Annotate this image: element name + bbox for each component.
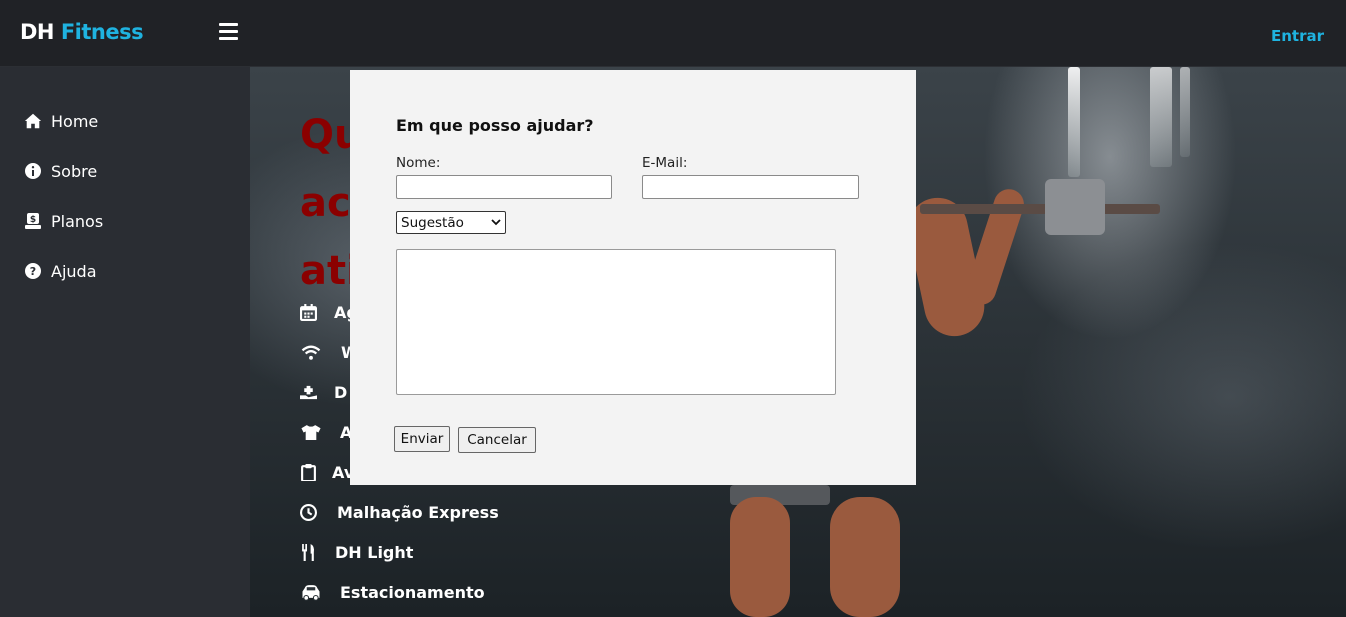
wifi-icon	[301, 344, 321, 360]
topic-select[interactable]: Sugestão	[396, 211, 506, 234]
tshirt-icon	[301, 424, 321, 440]
feature-item: Malhação Express	[300, 500, 499, 524]
feature-label: DH Light	[335, 542, 414, 562]
info-icon	[25, 163, 41, 179]
sidebar-item-label: Sobre	[51, 161, 98, 181]
feature-item: D	[300, 380, 347, 404]
message-textarea[interactable]	[396, 249, 836, 395]
sidebar-item-label: Ajuda	[51, 261, 97, 281]
feature-label: D	[334, 382, 348, 402]
calendar-icon	[300, 303, 317, 321]
car-icon	[302, 584, 320, 601]
cancel-button[interactable]: Cancelar	[458, 427, 536, 453]
money-icon: $	[25, 213, 41, 229]
feature-label: Malhação Express	[337, 502, 499, 522]
feature-item: Av	[300, 460, 354, 484]
modal-title: Em que posso ajudar?	[396, 116, 594, 135]
submit-button[interactable]: Enviar	[394, 426, 450, 452]
top-navbar: DH Fitness Entrar	[0, 0, 1346, 67]
home-icon	[24, 113, 42, 129]
utensils-icon	[302, 543, 315, 561]
sidebar-item-sobre[interactable]: Sobre	[24, 159, 97, 183]
sidebar-item-planos[interactable]: $ Planos	[24, 209, 103, 233]
question-icon: ?	[25, 263, 41, 279]
hand-plus-icon	[300, 385, 317, 399]
login-link[interactable]: Entrar	[1271, 27, 1324, 45]
clipboard-icon	[301, 463, 316, 481]
sidebar-item-ajuda[interactable]: ? Ajuda	[24, 259, 97, 283]
sidebar-item-home[interactable]: Home	[24, 109, 98, 133]
brand-name-part2: Fitness	[60, 20, 144, 44]
brand-logo[interactable]: DH Fitness	[20, 20, 144, 44]
ceiling-light	[1180, 67, 1190, 157]
ceiling-light	[1068, 67, 1080, 177]
chevron-down-icon	[491, 219, 501, 226]
topic-select-value: Sugestão	[401, 214, 464, 231]
name-label: Nome:	[396, 155, 441, 171]
svg-text:$: $	[30, 215, 36, 225]
name-field[interactable]	[396, 175, 612, 199]
sidebar-item-label: Home	[51, 111, 99, 131]
brand-name-part1: DH	[20, 20, 55, 44]
hamburger-icon[interactable]	[219, 23, 238, 40]
svg-text:?: ?	[30, 265, 36, 278]
feature-item: Estacionamento	[300, 580, 485, 604]
clock-icon	[300, 503, 317, 521]
feature-label: Estacionamento	[340, 582, 485, 602]
help-modal: Em que posso ajudar? Nome: E-Mail: Suges…	[350, 70, 916, 485]
email-label: E-Mail:	[642, 155, 688, 171]
ceiling-light	[1150, 67, 1172, 167]
email-field[interactable]	[642, 175, 859, 199]
sidebar-item-label: Planos	[51, 211, 104, 231]
feature-item: A	[300, 420, 352, 444]
feature-item: DH Light	[300, 540, 413, 564]
sidebar: Home Sobre $ Planos ? Ajuda	[0, 67, 250, 617]
